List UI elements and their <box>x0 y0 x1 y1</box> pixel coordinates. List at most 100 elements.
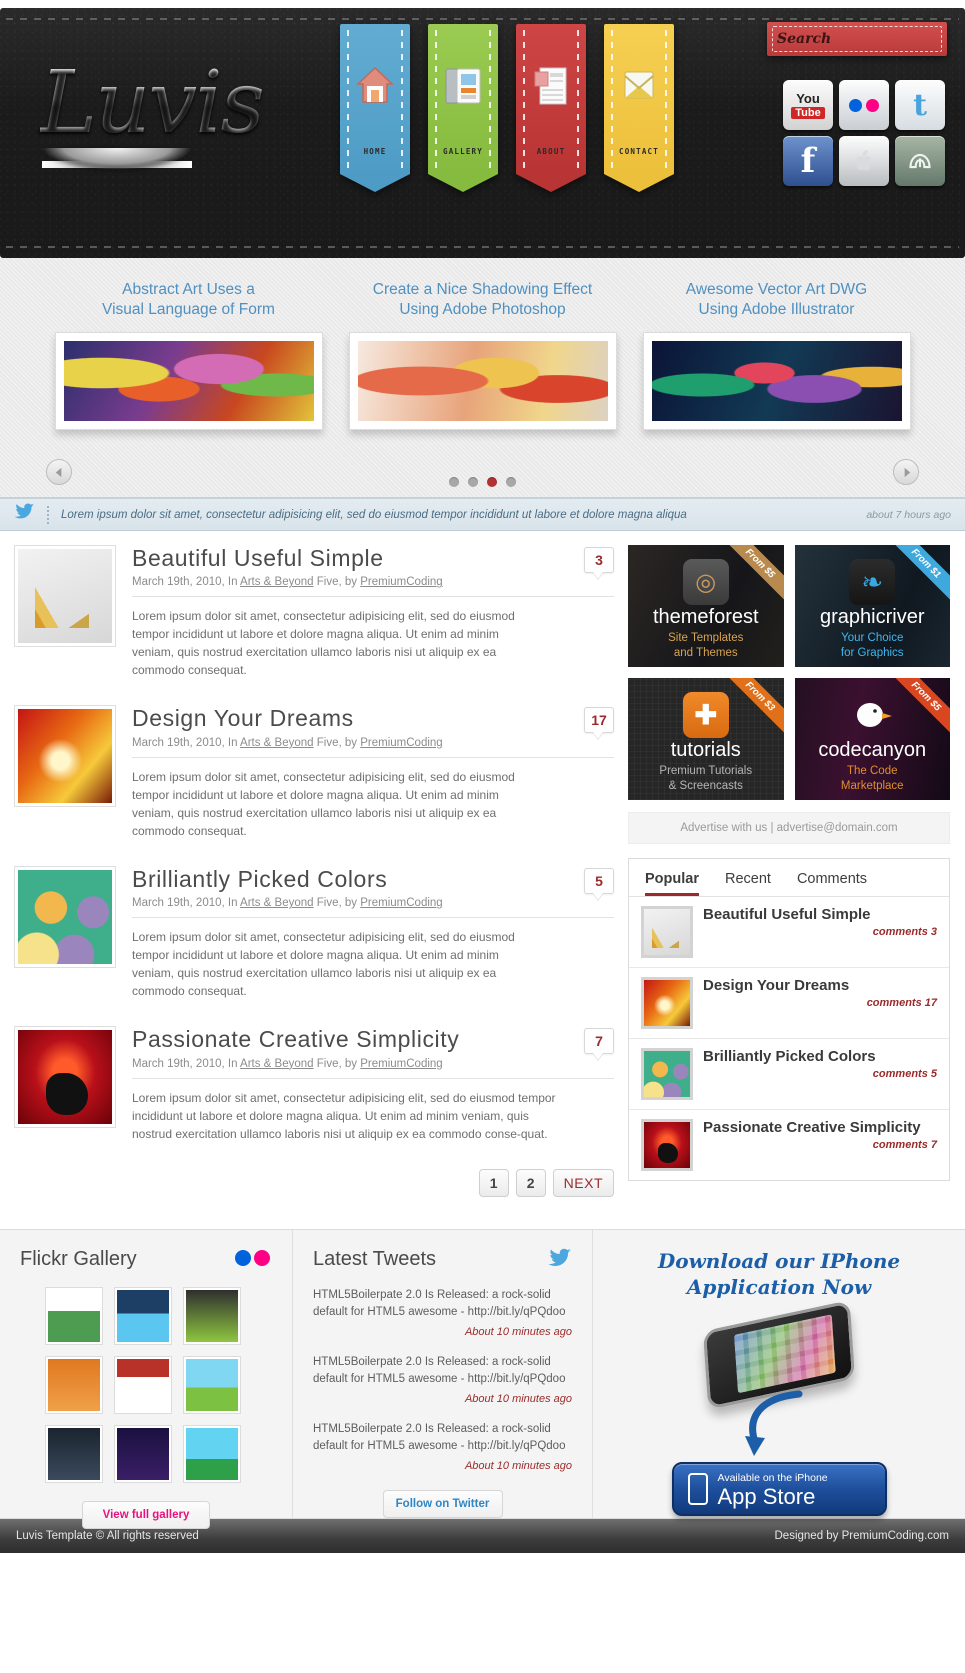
follow-on-twitter-button[interactable]: Follow on Twitter <box>382 1489 503 1518</box>
app-store-big-text: App Store <box>717 1484 816 1510</box>
popular-list-item[interactable]: Passionate Creative Simplicity comments … <box>629 1110 949 1180</box>
slide-item[interactable]: Abstract Art Uses a Visual Language of F… <box>54 280 323 430</box>
tweetbar-timestamp: about 7 hours ago <box>866 508 951 521</box>
post-comment-bubble[interactable]: 7 <box>584 1028 614 1055</box>
advertise-with-us[interactable]: Advertise with us | advertise@domain.com <box>628 812 950 844</box>
flickr-thumb[interactable] <box>114 1424 172 1483</box>
slide-title-line1: Awesome Vector Art DWG <box>685 281 868 298</box>
slide-item[interactable]: Create a Nice Shadowing Effect Using Ado… <box>348 280 617 430</box>
ad-graphicriver[interactable]: ❧ graphicriver Your Choice for Graphics … <box>794 545 950 667</box>
site-logo[interactable]: Luvis <box>40 58 300 208</box>
popular-list-item[interactable]: Beautiful Useful Simple comments 3 <box>629 897 949 968</box>
slide-item[interactable]: Awesome Vector Art DWG Using Adobe Illus… <box>642 280 911 430</box>
iphone-outline-icon <box>687 1472 708 1505</box>
flickr-thumb[interactable] <box>183 1286 241 1345</box>
post-author-link[interactable]: PremiumCoding <box>360 576 442 588</box>
ad-themeforest[interactable]: ◎ themeforest Site Templates and Themes … <box>628 545 784 667</box>
tweet-text[interactable]: HTML5Boilerpate 2.0 Is Released: a rock-… <box>313 1354 572 1388</box>
slider-dot[interactable] <box>468 477 478 487</box>
page-root: Luvis HOME GALLERY ABOUT CONTACT Search … <box>0 8 965 1673</box>
tweet-text[interactable]: HTML5Boilerpate 2.0 Is Released: a rock-… <box>313 1421 572 1455</box>
post-title[interactable]: Beautiful Useful Simple <box>132 545 614 571</box>
twitter-icon[interactable]: t <box>895 80 945 130</box>
post-meta-mid: Five, by <box>316 736 358 749</box>
flickr-thumb[interactable] <box>183 1424 241 1483</box>
post-title[interactable]: Passionate Creative Simplicity <box>132 1026 614 1052</box>
view-full-gallery-button[interactable]: View full gallery <box>82 1500 210 1529</box>
post-excerpt: Lorem ipsum dolor sit amet, consectetur … <box>132 930 515 999</box>
pagination-page-2[interactable]: 2 <box>515 1168 546 1197</box>
post-title[interactable]: Design Your Dreams <box>132 705 614 731</box>
main-area: 3 Beautiful Useful Simple March 19th, 20… <box>0 531 965 1215</box>
post-thumbnail[interactable] <box>14 865 116 968</box>
post-meta-mid: Five, by <box>316 576 358 589</box>
popular-thumbnail <box>641 1119 693 1171</box>
tab-recent[interactable]: Recent <box>725 871 771 896</box>
flickr-thumb[interactable] <box>114 1355 172 1414</box>
sidebar: ◎ themeforest Site Templates and Themes … <box>628 545 950 1215</box>
search-box[interactable] <box>767 22 965 56</box>
flickr-thumb[interactable] <box>45 1286 103 1345</box>
facebook-icon[interactable]: f <box>783 136 833 186</box>
flickr-thumb[interactable] <box>45 1355 103 1414</box>
sidebar-tabs: Popular Recent Comments <box>629 859 949 897</box>
post-comment-bubble[interactable]: 17 <box>584 707 614 734</box>
blog-posts-column: 3 Beautiful Useful Simple March 19th, 20… <box>14 545 614 1215</box>
logo-swash-icon <box>42 128 192 168</box>
nav-item-home[interactable]: HOME <box>340 2 410 192</box>
search-input[interactable] <box>777 31 965 47</box>
post-category-link[interactable]: Arts & Beyond <box>240 1058 314 1070</box>
tweetbar-text[interactable]: Lorem ipsum dolor sit amet, consectetur … <box>61 509 854 521</box>
popular-thumbnail <box>641 977 693 1029</box>
post-comment-bubble[interactable]: 5 <box>584 867 614 894</box>
slider-prev-arrow-icon[interactable] <box>46 459 72 485</box>
post-author-link[interactable]: PremiumCoding <box>360 897 442 909</box>
tab-popular[interactable]: Popular <box>645 871 699 896</box>
slide-title-line1: Abstract Art Uses a <box>122 281 255 298</box>
app-store-button[interactable]: Available on the iPhone App Store <box>671 1461 887 1516</box>
flickr-icon[interactable] <box>839 80 889 130</box>
app-store-small-text: Available on the iPhone <box>717 1472 828 1485</box>
slide-frame[interactable] <box>642 332 911 430</box>
ad-codecanyon[interactable]: codecanyon The Code Marketplace From $5 <box>794 678 950 800</box>
slider-dot-active[interactable] <box>487 477 497 487</box>
post-category-link[interactable]: Arts & Beyond <box>240 897 314 909</box>
pagination-next-button[interactable]: NEXT <box>552 1168 614 1197</box>
post-category-link[interactable]: Arts & Beyond <box>240 576 314 588</box>
post-item: 3 Beautiful Useful Simple March 19th, 20… <box>14 545 614 679</box>
post-thumbnail[interactable] <box>14 705 116 808</box>
nav-item-gallery[interactable]: GALLERY <box>428 2 498 192</box>
slider-dot[interactable] <box>506 477 516 487</box>
tutorials-plus-icon: ✚ <box>682 692 729 738</box>
slide-title-line2: Using Adobe Illustrator <box>698 301 855 318</box>
nav-item-about[interactable]: ABOUT <box>516 2 586 192</box>
post-comment-bubble[interactable]: 3 <box>584 547 614 573</box>
deviantart-icon[interactable] <box>895 136 945 186</box>
apple-icon[interactable] <box>839 136 889 186</box>
slide-frame[interactable] <box>54 332 323 430</box>
pagination-page-1[interactable]: 1 <box>478 1168 509 1197</box>
slide-frame[interactable] <box>348 332 617 430</box>
post-author-link[interactable]: PremiumCoding <box>360 1058 442 1070</box>
flickr-icon[interactable] <box>235 1249 270 1266</box>
post-thumbnail[interactable] <box>14 1026 116 1129</box>
popular-comments: comments 7 <box>872 1139 937 1151</box>
tab-comments[interactable]: Comments <box>797 871 867 896</box>
post-author-link[interactable]: PremiumCoding <box>360 737 442 749</box>
slider-next-arrow-icon[interactable] <box>893 459 919 485</box>
youtube-tube-text: Tube <box>791 107 825 119</box>
tweet-timestamp: About 10 minutes ago <box>464 1459 572 1472</box>
popular-list-item[interactable]: Design Your Dreams comments 17 <box>629 968 949 1039</box>
flickr-thumb[interactable] <box>114 1286 172 1345</box>
popular-list-item[interactable]: Brilliantly Picked Colors comments 5 <box>629 1039 949 1110</box>
post-thumbnail[interactable] <box>14 545 116 647</box>
flickr-thumb[interactable] <box>45 1424 103 1483</box>
slider-dot[interactable] <box>449 477 459 487</box>
post-title[interactable]: Brilliantly Picked Colors <box>132 866 614 892</box>
tweet-text[interactable]: HTML5Boilerpate 2.0 Is Released: a rock-… <box>313 1287 572 1321</box>
flickr-thumb[interactable] <box>183 1355 241 1414</box>
nav-item-contact[interactable]: CONTACT <box>604 2 674 192</box>
ad-tutorials[interactable]: ✚ tutorials Premium Tutorials & Screenca… <box>628 678 784 800</box>
post-category-link[interactable]: Arts & Beyond <box>240 737 314 749</box>
youtube-icon[interactable]: You Tube <box>783 80 833 130</box>
